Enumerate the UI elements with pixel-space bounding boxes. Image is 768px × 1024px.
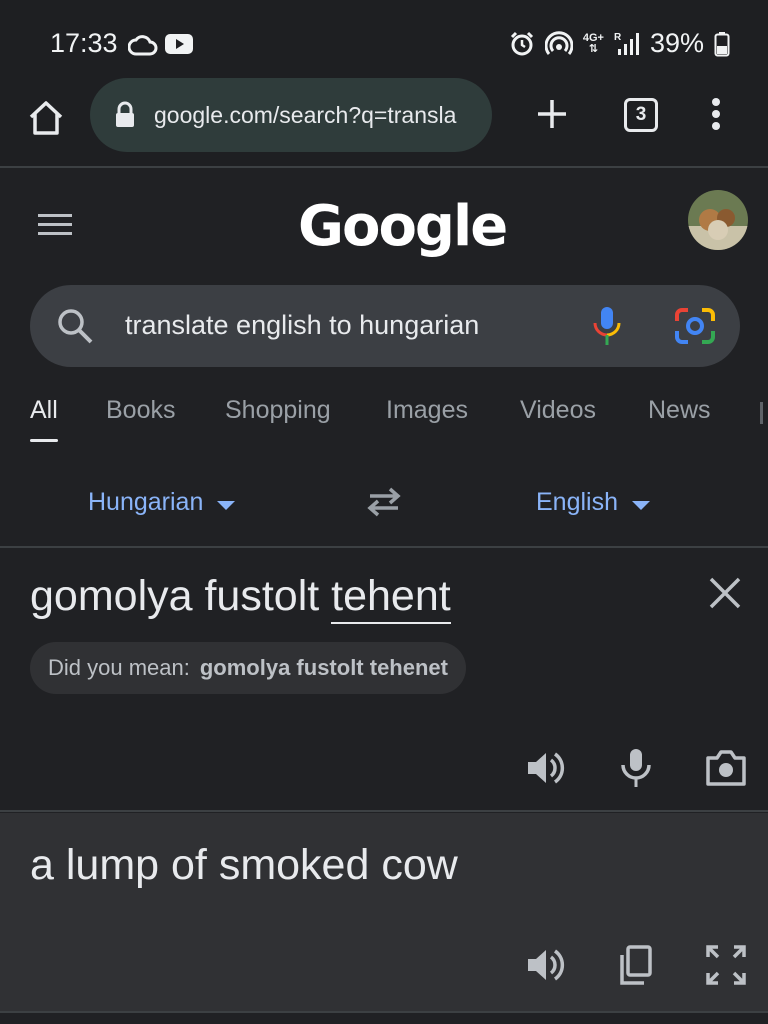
status-bar: 17:33 4G+ ⇅ R 39%: [0, 0, 768, 84]
voice-input-icon[interactable]: [614, 746, 658, 790]
tab-images[interactable]: Images: [386, 396, 468, 442]
fullscreen-icon[interactable]: [704, 943, 748, 987]
network-type-label: 4G+: [582, 31, 604, 44]
tab-all[interactable]: All: [30, 396, 58, 442]
source-actions: [520, 746, 750, 790]
source-text-segment: gomolya fustolt: [30, 572, 332, 620]
search-tabs: All Books Shopping Images Videos News: [0, 396, 768, 446]
battery-icon: [714, 31, 730, 56]
youtube-notification-icon: [165, 34, 193, 54]
camera-input-icon[interactable]: [704, 746, 748, 790]
target-language-selector[interactable]: English: [536, 488, 650, 517]
hamburger-menu-icon[interactable]: [36, 210, 74, 240]
tab-count: 3: [635, 104, 647, 125]
google-logo[interactable]: Google: [298, 194, 508, 259]
lock-icon: [116, 101, 134, 127]
language-selector-bar: Hungarian English: [0, 470, 768, 548]
search-input[interactable]: translate english to hungarian: [125, 310, 479, 341]
copy-icon[interactable]: [614, 943, 658, 987]
more-vertical-icon: [712, 98, 720, 130]
did-you-mean-chip[interactable]: Did you mean: gomolya fustolt tehenet: [30, 642, 466, 694]
address-bar[interactable]: google.com/search?q=transla: [90, 78, 492, 152]
google-lens-icon[interactable]: [674, 307, 716, 345]
status-notification-icons: [128, 30, 194, 58]
translation-output: a lump of smoked cow: [30, 841, 458, 889]
hotspot-icon: [544, 30, 573, 55]
signal-strength-icon: R: [614, 32, 639, 55]
avatar-image: [688, 190, 748, 250]
listen-source-icon[interactable]: [524, 746, 568, 790]
home-icon: [29, 101, 63, 135]
target-language-label: English: [536, 488, 618, 516]
home-button[interactable]: [24, 96, 68, 140]
cloud-notification-icon: [128, 35, 158, 56]
source-language-dropdown-icon: [217, 501, 236, 510]
browser-menu-button[interactable]: [704, 94, 728, 134]
source-text-input[interactable]: gomolya fustolt tehent: [30, 572, 451, 624]
target-language-dropdown-icon: [632, 501, 650, 510]
did-you-mean-suggestion[interactable]: gomolya fustolt tehenet: [200, 655, 448, 681]
svg-text:R: R: [614, 32, 622, 43]
misspelled-word[interactable]: tehent: [331, 572, 451, 624]
tabs-overflow-indicator: [760, 402, 763, 424]
clear-text-icon[interactable]: [706, 574, 744, 612]
result-actions: [520, 943, 750, 987]
data-arrows-icon: ⇅: [588, 42, 598, 55]
translation-result-panel: a lump of smoked cow: [0, 813, 768, 1013]
browser-toolbar: google.com/search?q=transla 3: [0, 78, 768, 168]
tab-books[interactable]: Books: [106, 396, 175, 442]
tab-news[interactable]: News: [648, 396, 711, 442]
tab-videos[interactable]: Videos: [520, 396, 596, 442]
source-language-selector[interactable]: Hungarian: [88, 488, 236, 517]
swap-languages-icon[interactable]: [362, 484, 406, 520]
address-bar-url: google.com/search?q=transla: [154, 101, 457, 128]
alarm-icon: [510, 31, 533, 55]
source-text-panel: gomolya fustolt tehent Did you mean: gom…: [0, 550, 768, 812]
search-bar[interactable]: translate english to hungarian: [30, 285, 740, 367]
did-you-mean-label: Did you mean:: [48, 655, 190, 680]
voice-search-icon[interactable]: [590, 305, 624, 347]
new-tab-button[interactable]: [532, 94, 572, 134]
battery-percent: 39%: [649, 28, 704, 58]
source-language-label: Hungarian: [88, 488, 204, 516]
status-time: 17:33: [50, 28, 118, 58]
listen-translation-icon[interactable]: [524, 943, 568, 987]
tab-switcher-button[interactable]: 3: [624, 98, 658, 132]
account-avatar[interactable]: [688, 190, 748, 250]
plus-icon: [538, 100, 566, 128]
status-system-icons: 4G+ ⇅ R 39%: [509, 28, 730, 59]
google-header: Google: [0, 170, 768, 280]
search-icon: [58, 309, 93, 344]
network-type-indicator: 4G+ ⇅: [582, 31, 604, 55]
tab-shopping[interactable]: Shopping: [225, 396, 331, 442]
